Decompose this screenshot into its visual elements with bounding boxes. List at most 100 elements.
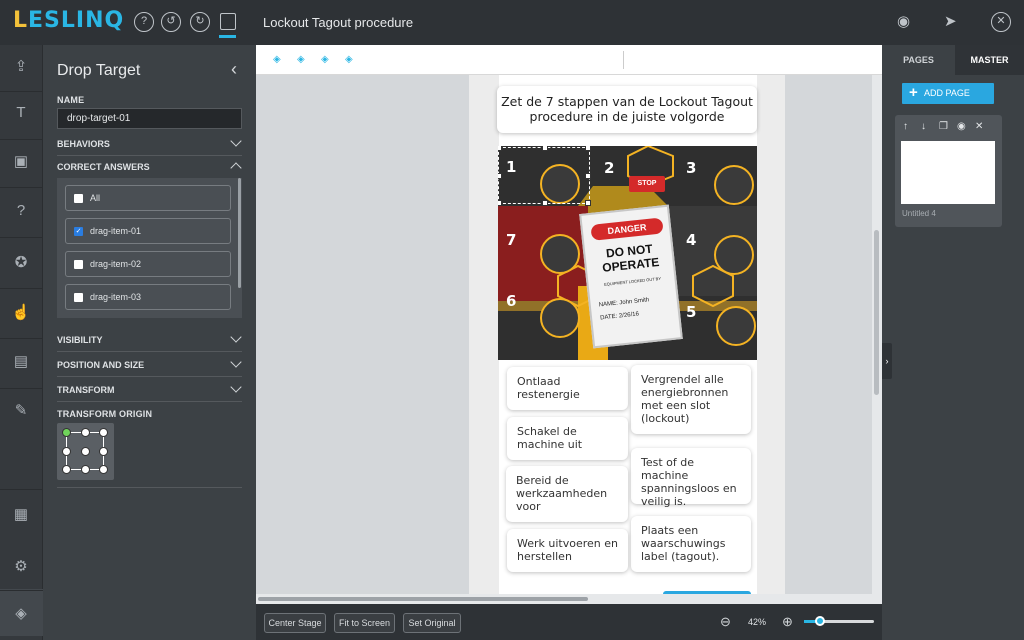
resize-handle[interactable] xyxy=(585,173,591,179)
duplicate-icon[interactable]: ❐ xyxy=(939,121,948,132)
selected-drop-target[interactable] xyxy=(498,146,591,206)
preview-icon[interactable]: ◉ xyxy=(897,12,910,30)
name-input[interactable]: drop-target-01 xyxy=(57,108,242,129)
drag-item[interactable]: Test of de machine spanningsloos en veil… xyxy=(631,448,751,508)
close-icon[interactable]: ✕ xyxy=(991,12,1011,32)
vertical-scrollbar[interactable] xyxy=(872,75,882,594)
move-up-icon[interactable]: ↑ xyxy=(903,121,908,132)
layer-down-icon[interactable]: ◈ xyxy=(297,54,310,65)
delete-icon[interactable]: ✕ xyxy=(975,121,983,132)
resize-handle[interactable] xyxy=(585,146,591,151)
set-original-button[interactable]: Set Original xyxy=(403,613,461,633)
visibility-section[interactable]: VISIBILITY xyxy=(57,328,242,352)
lockout-tagout-image[interactable]: 1 2 3 4 5 6 7 STOP DANGER DO NOT OPERATE… xyxy=(498,146,757,360)
layer-up-icon[interactable]: ◈ xyxy=(321,54,334,65)
tab-master[interactable]: MASTER xyxy=(955,45,1024,75)
drag-item[interactable]: Ontlaad restenergie xyxy=(507,367,628,410)
zoom-out-icon[interactable]: ⊖ xyxy=(720,614,731,630)
drag-item[interactable]: Vergrendel alle energiebronnen met een s… xyxy=(631,365,751,434)
checkbox[interactable] xyxy=(74,194,83,203)
tab-pages[interactable]: PAGES xyxy=(882,45,955,75)
interaction-icon[interactable]: ☝ xyxy=(11,303,31,323)
origin-point[interactable] xyxy=(62,465,71,474)
page-card-actions: ↑ ↓ ❐ ◉ ✕ xyxy=(903,121,993,137)
zoom-slider[interactable] xyxy=(804,616,874,626)
transform-section[interactable]: TRANSFORM xyxy=(57,378,242,402)
zoom-in-icon[interactable]: ⊕ xyxy=(782,614,793,630)
collapse-panel-icon[interactable]: ‹ xyxy=(231,59,237,80)
answer-item[interactable]: drag-item-02 xyxy=(65,251,231,277)
answer-item[interactable]: All xyxy=(65,185,231,211)
horizontal-scrollbar[interactable] xyxy=(256,594,882,604)
undo-icon[interactable]: ↺ xyxy=(161,12,181,32)
gallery-icon[interactable]: ▤ xyxy=(11,352,31,372)
origin-point[interactable] xyxy=(81,428,90,437)
question-icon[interactable]: ? xyxy=(11,201,31,221)
properties-panel: Drop Target ‹ NAME drop-target-01 BEHAVI… xyxy=(43,45,256,640)
move-down-icon[interactable]: ↓ xyxy=(921,121,926,132)
answer-label: drag-item-03 xyxy=(90,292,142,302)
save-icon[interactable] xyxy=(219,13,236,38)
team-icon xyxy=(540,234,580,274)
drag-item[interactable]: Werk uitvoeren en herstellen xyxy=(507,529,628,572)
switch-icon xyxy=(714,165,754,205)
resize-handle[interactable] xyxy=(542,146,548,151)
resize-handle[interactable] xyxy=(585,200,591,206)
vertical-scroll-thumb[interactable] xyxy=(874,230,879,395)
expand-panel-icon[interactable]: › xyxy=(882,343,892,379)
publish-icon[interactable]: ➤ xyxy=(944,12,957,30)
visibility-icon[interactable]: ◉ xyxy=(957,121,966,132)
page-thumbnail-card[interactable]: ↑ ↓ ❐ ◉ ✕ Untitled 4 xyxy=(895,115,1002,227)
layer-top-icon[interactable]: ◈ xyxy=(345,54,358,65)
multimeter-icon xyxy=(714,235,754,275)
add-page-button[interactable]: ADD PAGE xyxy=(902,82,994,104)
transform-origin-picker[interactable] xyxy=(57,423,114,480)
behaviors-section[interactable]: BEHAVIORS xyxy=(57,132,242,156)
layer-bottom-icon[interactable]: ◈ xyxy=(273,54,286,65)
correct-answers-label: CORRECT ANSWERS xyxy=(57,162,150,172)
redo-icon[interactable]: ↻ xyxy=(190,12,210,32)
pages-icon[interactable]: ▦ xyxy=(11,505,31,525)
edit-icon[interactable]: ✎ xyxy=(11,401,31,421)
upload-icon[interactable]: ⇪ xyxy=(11,57,31,77)
zoom-slider-knob[interactable] xyxy=(815,616,825,626)
drag-item[interactable]: Schakel de machine uit xyxy=(507,417,628,460)
checkbox[interactable] xyxy=(74,293,83,302)
checkbox-checked[interactable]: ✓ xyxy=(74,227,83,236)
origin-point[interactable] xyxy=(81,447,90,456)
origin-point[interactable] xyxy=(99,428,108,437)
shape-icon[interactable]: ✪ xyxy=(11,253,31,273)
resize-handle[interactable] xyxy=(498,146,502,151)
off-switch-icon xyxy=(540,298,580,338)
resize-handle[interactable] xyxy=(542,200,548,206)
settings-icon[interactable]: ⚙ xyxy=(11,557,31,577)
step-number: 3 xyxy=(686,159,697,177)
layers-icon[interactable]: ◈ xyxy=(11,604,31,624)
text-icon[interactable]: T xyxy=(11,103,31,123)
horizontal-scroll-thumb[interactable] xyxy=(258,597,588,601)
correct-answers-section[interactable]: CORRECT ANSWERS xyxy=(57,155,242,179)
origin-point[interactable] xyxy=(81,465,90,474)
drag-item[interactable]: Plaats een waarschuwings label (tagout). xyxy=(631,516,751,572)
resize-handle[interactable] xyxy=(498,200,502,206)
answer-item[interactable]: ✓ drag-item-01 xyxy=(65,218,231,244)
answer-item[interactable]: drag-item-03 xyxy=(65,284,231,310)
page-thumbnail[interactable] xyxy=(901,141,995,204)
media-icon[interactable]: ▣ xyxy=(11,152,31,172)
question-text[interactable]: Zet de 7 stappen van de Lockout Tagout p… xyxy=(497,86,757,133)
center-stage-button[interactable]: Center Stage xyxy=(264,613,326,633)
origin-point[interactable] xyxy=(62,447,71,456)
position-size-section[interactable]: POSITION AND SIZE xyxy=(57,353,242,377)
answers-scrollbar[interactable] xyxy=(238,178,241,288)
origin-point[interactable] xyxy=(99,447,108,456)
tag-small-text: EQUIPMENT LOCKED OUT BY xyxy=(603,275,662,287)
fit-to-screen-button[interactable]: Fit to Screen xyxy=(334,613,395,633)
checkbox[interactable] xyxy=(74,260,83,269)
origin-point-top-left[interactable] xyxy=(62,428,71,437)
origin-point[interactable] xyxy=(99,465,108,474)
chevron-down-icon xyxy=(230,331,242,343)
help-icon[interactable]: ? xyxy=(134,12,154,32)
bottom-bar: Center Stage Fit to Screen Set Original … xyxy=(256,604,882,640)
resize-handle[interactable] xyxy=(498,173,502,179)
drag-item[interactable]: Bereid de werkzaamheden voor xyxy=(506,466,628,522)
